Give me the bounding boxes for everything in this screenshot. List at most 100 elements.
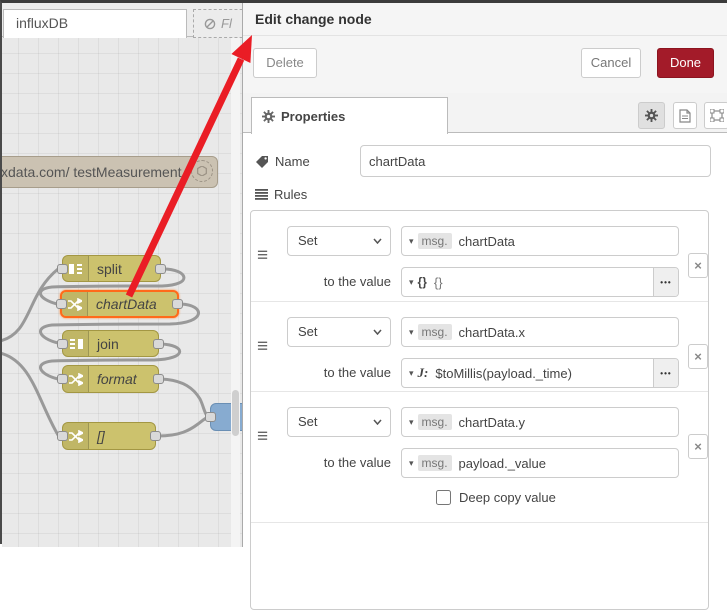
node-split[interactable]: split <box>57 255 166 282</box>
node-chartdata[interactable]: chartData <box>56 290 183 318</box>
rule-value-input[interactable]: ▾ J: $toMillis(payload._time) ••• <box>401 358 679 388</box>
type-msg: msg. <box>417 324 452 340</box>
property-value: chartData <box>458 233 515 249</box>
deep-copy-label: Deep copy value <box>459 490 556 505</box>
expand-editor-button[interactable]: ••• <box>653 268 678 296</box>
drag-handle-icon[interactable]: ≡ <box>257 246 268 265</box>
gear-icon <box>645 109 658 122</box>
tag-icon <box>256 155 268 168</box>
drag-handle-icon[interactable]: ≡ <box>257 427 268 446</box>
drag-handle-icon[interactable]: ≡ <box>257 337 268 356</box>
chevron-down-icon <box>373 419 382 425</box>
action-value: Set <box>298 324 318 339</box>
tab-label: Properties <box>281 108 346 124</box>
input-port[interactable] <box>57 374 68 384</box>
rule-property-input[interactable]: ▾ msg. chartData <box>401 226 679 256</box>
input-port[interactable] <box>57 431 68 441</box>
type-msg: msg. <box>417 233 452 249</box>
disabled-icon <box>204 18 216 29</box>
rule-value-input[interactable]: ▾ msg. payload._value <box>401 448 679 478</box>
tab-properties[interactable]: Properties <box>251 97 448 134</box>
node-label: xdata.com/ testMeasurement <box>2 164 182 180</box>
type-select-caret[interactable]: ▾ <box>402 327 418 338</box>
dialog-content: Name Rules ≡ Set ▾ msg. chartData to the… <box>243 133 727 610</box>
type-msg: msg. <box>417 455 452 471</box>
properties-view-button[interactable] <box>638 102 665 129</box>
output-port[interactable] <box>155 263 166 274</box>
type-json: {} <box>417 275 427 289</box>
to-the-value-label: to the value <box>323 365 391 380</box>
value-text: {} <box>433 274 443 290</box>
rule-action-select[interactable]: Set <box>287 317 391 347</box>
influxdb-cloud-icon <box>191 160 213 182</box>
node-label: format <box>97 371 137 387</box>
name-label-row: Name <box>255 146 310 176</box>
deep-copy-row: Deep copy value <box>436 490 556 505</box>
done-button[interactable]: Done <box>657 48 714 78</box>
rule-value-input[interactable]: ▾ {} {} ••• <box>401 267 679 297</box>
node-influxdb-out[interactable]: xdata.com/ testMeasurement <box>2 156 218 188</box>
node-format[interactable]: format <box>57 365 164 393</box>
output-port[interactable] <box>172 299 183 309</box>
chevron-down-icon <box>373 329 382 335</box>
type-select-caret[interactable]: ▾ <box>402 417 418 428</box>
remove-rule-button[interactable]: × <box>688 344 708 369</box>
delete-button[interactable]: Delete <box>253 48 317 78</box>
node-label: [] <box>97 428 105 444</box>
deep-copy-checkbox[interactable] <box>436 490 451 505</box>
description-button[interactable] <box>673 102 697 129</box>
input-port[interactable] <box>57 263 68 274</box>
gear-icon <box>262 109 275 123</box>
node-label: join <box>97 335 119 352</box>
type-select-caret[interactable]: ▾ <box>402 277 418 288</box>
action-value: Set <box>298 233 318 248</box>
input-port[interactable] <box>56 299 67 309</box>
type-jsonata: J: <box>417 365 429 380</box>
type-select-caret[interactable]: ▾ <box>402 458 418 469</box>
cancel-button[interactable]: Cancel <box>581 48 641 78</box>
scrollbar-thumb[interactable] <box>232 390 239 436</box>
to-the-value-label: to the value <box>323 455 391 470</box>
property-value: chartData.y <box>458 414 526 430</box>
value-text: payload._value <box>458 455 547 471</box>
flow-tab-influxdb[interactable]: influxDB <box>3 9 187 38</box>
expand-editor-button[interactable]: ••• <box>653 359 678 387</box>
rule-action-select[interactable]: Set <box>287 407 391 437</box>
document-icon <box>679 108 691 123</box>
rule-row-2: ≡ Set ▾ msg. chartData.x to the value ▾ … <box>251 301 708 391</box>
edit-dialog: Edit change node Delete Cancel Done Prop… <box>242 3 727 610</box>
output-port[interactable] <box>153 374 164 384</box>
remove-rule-button[interactable]: × <box>688 253 708 278</box>
rule-row-3: ≡ Set ▾ msg. chartData.y to the value ▾ … <box>251 391 708 522</box>
list-icon <box>255 189 268 200</box>
remove-rule-button[interactable]: × <box>688 434 708 459</box>
rules-empty-area <box>251 522 708 562</box>
output-port[interactable] <box>153 338 164 349</box>
type-select-caret[interactable]: ▾ <box>402 236 418 247</box>
tab-label: Fl <box>221 16 232 31</box>
output-port[interactable] <box>150 431 161 441</box>
dialog-title: Edit change node <box>243 3 727 36</box>
appearance-button[interactable] <box>704 102 727 129</box>
input-port[interactable] <box>57 338 68 349</box>
rule-property-input[interactable]: ▾ msg. chartData.x <box>401 317 679 347</box>
value-text: $toMillis(payload._time) <box>435 365 572 381</box>
flow-tab-disabled[interactable]: Fl <box>193 9 242 38</box>
node-label: split <box>97 260 122 277</box>
input-port[interactable] <box>205 412 216 422</box>
rule-property-input[interactable]: ▾ msg. chartData.y <box>401 407 679 437</box>
node-join[interactable]: join <box>57 330 164 357</box>
name-label: Name <box>275 153 310 169</box>
name-input[interactable] <box>360 145 711 177</box>
action-value: Set <box>298 414 318 429</box>
type-select-caret[interactable]: ▾ <box>402 368 418 379</box>
workspace-tabbar: influxDB Fl <box>2 3 242 38</box>
node-label: chartData <box>96 296 157 312</box>
workspace-scrollbar[interactable] <box>231 38 240 547</box>
dialog-tabbar: Properties <box>243 93 727 134</box>
frame-icon <box>709 109 724 122</box>
property-value: chartData.x <box>458 324 526 340</box>
flow-workspace: xdata.com/ testMeasurement split chartDa… <box>2 3 242 547</box>
node-array[interactable]: [] <box>57 422 161 450</box>
rule-action-select[interactable]: Set <box>287 226 391 256</box>
